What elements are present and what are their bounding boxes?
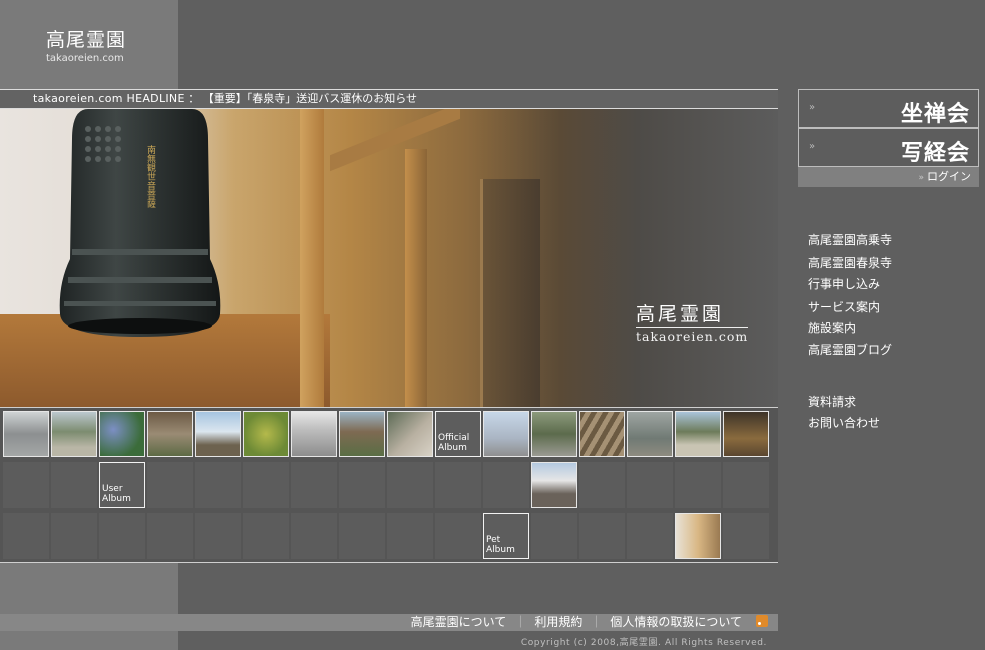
grid-cell xyxy=(147,513,193,559)
album-label: Album xyxy=(486,545,515,555)
hero-window xyxy=(480,179,540,407)
grid-cell xyxy=(51,462,97,508)
photo-thumbnail[interactable] xyxy=(531,462,577,508)
photo-thumbnail[interactable] xyxy=(147,411,193,457)
shakyo-event-label: 写経会 xyxy=(900,140,970,166)
nav-link-facilities[interactable]: 施設案内 xyxy=(808,319,856,336)
grid-cell xyxy=(291,462,337,508)
headline-label: takaoreien.com HEADLINE xyxy=(33,92,185,105)
login-button[interactable]: » ログイン xyxy=(798,167,979,187)
hero-image: 南無観世音菩薩 高尾霊園 takaoreien.com xyxy=(0,109,778,407)
grid-cell xyxy=(195,513,241,559)
headline-separator: ： xyxy=(188,92,200,105)
hero-title-en: takaoreien.com xyxy=(636,327,749,344)
hero-title: 高尾霊園 takaoreien.com xyxy=(636,299,749,344)
album-label: Official xyxy=(438,433,470,443)
rss-icon[interactable] xyxy=(756,615,768,627)
grid-cell xyxy=(627,513,673,559)
footer-separator: ｜ xyxy=(590,615,603,629)
photo-thumbnail[interactable] xyxy=(291,411,337,457)
zazen-event-button[interactable]: » 坐禅会 xyxy=(798,89,979,128)
photo-thumbnail[interactable] xyxy=(675,513,721,559)
hero-pillar xyxy=(300,109,324,407)
grid-cell xyxy=(243,513,289,559)
double-chevron-icon: » xyxy=(809,141,816,152)
nav-link-blog[interactable]: 高尾霊園ブログ xyxy=(808,341,892,358)
photo-thumbnail[interactable] xyxy=(531,411,577,457)
grid-cell xyxy=(435,462,481,508)
user-album-button[interactable]: User Album xyxy=(99,462,145,508)
photo-thumbnail[interactable] xyxy=(387,411,433,457)
photo-thumbnail[interactable] xyxy=(3,411,49,457)
login-label: ログイン xyxy=(927,170,971,183)
photo-thumbnail[interactable] xyxy=(483,411,529,457)
official-album-button[interactable]: Official Album xyxy=(435,411,481,457)
photo-thumbnail[interactable] xyxy=(243,411,289,457)
nav-link-shunsenji[interactable]: 高尾霊園春泉寺 xyxy=(808,254,892,271)
bell-inscription: 南無観世音菩薩 xyxy=(145,144,156,209)
photo-thumbnail[interactable] xyxy=(627,411,673,457)
footer-link-about[interactable]: 高尾霊園について xyxy=(411,615,507,629)
photo-thumbnail[interactable] xyxy=(99,411,145,457)
grid-cell xyxy=(435,513,481,559)
photo-thumbnail[interactable] xyxy=(723,411,769,457)
photo-thumbnail[interactable] xyxy=(675,411,721,457)
grid-cell xyxy=(147,462,193,508)
hero-beam xyxy=(330,109,460,172)
grid-cell xyxy=(51,513,97,559)
hero-title-jp: 高尾霊園 xyxy=(636,303,725,325)
nav-link-contact[interactable]: お問い合わせ xyxy=(808,414,880,431)
grid-cell xyxy=(531,513,577,559)
grid-cell xyxy=(243,462,289,508)
grid-cell xyxy=(339,513,385,559)
grid-cell xyxy=(195,462,241,508)
album-label: User xyxy=(102,484,123,494)
album-label: Pet xyxy=(486,535,501,545)
photo-thumbnail[interactable] xyxy=(579,411,625,457)
site-logo[interactable]: 高尾霊園 takaoreien.com xyxy=(46,25,126,64)
grid-cell xyxy=(483,462,529,508)
double-chevron-icon: » xyxy=(809,102,816,113)
logo-domain: takaoreien.com xyxy=(46,53,124,64)
footer-link-terms[interactable]: 利用規約 xyxy=(534,615,582,629)
photo-thumbnail[interactable] xyxy=(339,411,385,457)
grid-cell xyxy=(387,462,433,508)
grid-cell xyxy=(291,513,337,559)
grid-cell xyxy=(99,513,145,559)
grid-cell xyxy=(339,462,385,508)
copyright-text: Copyright (c) 2008,高尾霊園. All Rights Rese… xyxy=(520,638,767,648)
nav-link-services[interactable]: サービス案内 xyxy=(808,298,880,315)
grid-cell xyxy=(675,462,721,508)
grid-cell xyxy=(627,462,673,508)
photo-thumbnail[interactable] xyxy=(51,411,97,457)
double-chevron-icon: » xyxy=(918,173,924,183)
zazen-event-label: 坐禅会 xyxy=(900,101,970,127)
grid-cell xyxy=(723,513,769,559)
pet-album-button[interactable]: Pet Album xyxy=(483,513,529,559)
album-label: Album xyxy=(438,443,467,453)
grid-cell xyxy=(723,462,769,508)
photo-thumbnail[interactable] xyxy=(195,411,241,457)
album-label: Album xyxy=(102,494,131,504)
footer-link-privacy[interactable]: 個人情報の取扱について xyxy=(610,615,742,629)
logo-title: 高尾霊園 xyxy=(46,29,127,51)
grid-cell xyxy=(579,513,625,559)
grid-cell xyxy=(579,462,625,508)
photo-grid: Official Album User Album Pet Album xyxy=(0,407,778,563)
hero-pillar xyxy=(405,149,427,407)
grid-cell xyxy=(387,513,433,559)
temple-bell-image: 南無観世音菩薩 xyxy=(59,109,221,337)
nav-link-request-materials[interactable]: 資料請求 xyxy=(808,393,856,410)
footer-separator: ｜ xyxy=(514,615,527,629)
grid-cell xyxy=(3,462,49,508)
nav-link-event-application[interactable]: 行事申し込み xyxy=(808,275,880,292)
nav-link-kojoji[interactable]: 高尾霊園高乗寺 xyxy=(808,231,892,248)
shakyo-event-button[interactable]: » 写経会 xyxy=(798,128,979,167)
grid-cell xyxy=(3,513,49,559)
headline-bar: takaoreien.com HEADLINE ： 【重要】「春泉寺」送迎バス運… xyxy=(0,89,778,109)
footer-bar: 高尾霊園について ｜ 利用規約 ｜ 個人情報の取扱について xyxy=(0,614,778,631)
headline-news-link[interactable]: 【重要】「春泉寺」送迎バス運休のお知らせ xyxy=(203,92,417,105)
